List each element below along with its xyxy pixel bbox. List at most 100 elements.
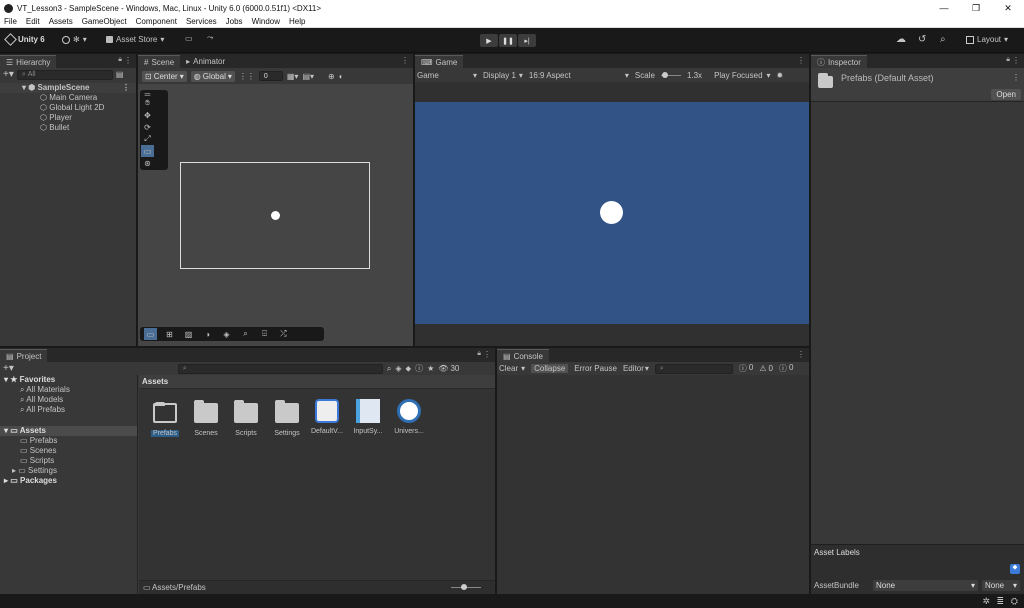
kebab-menu-icon[interactable]: ⋮ xyxy=(401,56,409,65)
warning-count-toggle[interactable]: ⚠ 0 xyxy=(759,364,773,373)
tab-hierarchy[interactable]: ☰ Hierarchy xyxy=(0,55,57,68)
debug-bug-icon[interactable]: ✲ xyxy=(982,596,990,607)
lock-icon[interactable]: 🔒︎ xyxy=(1006,56,1010,64)
cloud-button[interactable]: ☁ xyxy=(896,34,906,45)
scene-root-item[interactable]: ▾ ⬢ SampleScene ⋮ xyxy=(0,83,136,93)
search-by-type-icon[interactable]: ⌕ xyxy=(387,364,391,374)
version-control-button[interactable]: ▭ xyxy=(185,34,193,43)
menu-component[interactable]: Component xyxy=(136,17,177,26)
collab-button[interactable]: ⤳ xyxy=(207,33,213,43)
display-dropdown[interactable]: Display 1 ▾ xyxy=(483,71,523,80)
asset-store-button[interactable]: Asset Store ▾ xyxy=(106,35,164,44)
layout-dropdown[interactable]: Layout ▾ xyxy=(966,35,1008,44)
play-button[interactable]: ▶ xyxy=(480,34,498,47)
add-button[interactable]: +▾ xyxy=(3,363,14,374)
menu-gameobject[interactable]: GameObject xyxy=(82,17,127,26)
tab-animator[interactable]: ▸ Animator xyxy=(180,55,231,68)
pause-button[interactable]: ❚❚ xyxy=(499,34,517,47)
folder-prefabs[interactable]: ▭ Prefabs xyxy=(0,436,137,446)
tile-palette-icon[interactable]: ▭ xyxy=(144,328,157,340)
grid-toggle-icon[interactable]: ▦▾ xyxy=(287,72,299,81)
network-icon[interactable]: ⛭ xyxy=(1011,596,1018,607)
folder-settings[interactable]: ▸ ▭ Settings xyxy=(0,466,137,476)
lock-icon[interactable]: 🔒︎ xyxy=(477,350,481,358)
kebab-menu-icon[interactable]: ⋮ xyxy=(483,350,491,359)
menu-services[interactable]: Services xyxy=(186,17,217,26)
assetbundle-dropdown[interactable]: None ▾ xyxy=(873,580,978,591)
step-button[interactable]: ▸| xyxy=(518,34,536,47)
search-button[interactable]: ⌕ xyxy=(940,34,946,45)
maximize-button[interactable]: ❐ xyxy=(960,0,992,16)
game-viewport[interactable] xyxy=(415,102,809,324)
tab-console[interactable]: ▤ Console xyxy=(497,349,549,362)
play-mode-dropdown[interactable]: Play Focused ▾ xyxy=(714,71,770,80)
icon-size-slider[interactable] xyxy=(451,584,481,590)
account-dropdown[interactable]: ✻ ▾ xyxy=(62,35,87,44)
unity-account-button[interactable]: Unity 6 xyxy=(4,33,45,46)
tag-icon[interactable]: ⬥ xyxy=(406,364,412,374)
menu-help[interactable]: Help xyxy=(289,17,305,26)
project-search-input[interactable]: ⌕ xyxy=(177,363,383,374)
asset-folder-settings[interactable]: Settings xyxy=(267,400,307,437)
menu-assets[interactable]: Assets xyxy=(49,17,73,26)
add-button[interactable]: +▾ xyxy=(3,69,14,80)
editor-dropdown[interactable]: Editor ▾ xyxy=(623,364,649,373)
icon-size-slider-thumb[interactable] xyxy=(461,584,467,590)
filter-icon[interactable]: ▤ xyxy=(116,70,124,79)
tab-game[interactable]: ⌨ Game xyxy=(415,55,464,68)
sprite-editor-icon[interactable]: ⊞ xyxy=(163,328,176,340)
visibility-icon[interactable]: 👁︎ 30 xyxy=(438,364,459,373)
minimize-button[interactable]: — xyxy=(928,0,960,16)
kebab-menu-icon[interactable]: ⋮ xyxy=(124,56,132,65)
folder-scripts[interactable]: ▭ Scripts xyxy=(0,456,137,466)
search-by-label-icon[interactable]: ◈ xyxy=(395,364,401,373)
asset-input-system[interactable]: InputSy... xyxy=(348,399,388,435)
assetbundle-variant-dropdown[interactable]: None ▾ xyxy=(982,580,1020,591)
bullet-sprite[interactable] xyxy=(271,211,280,220)
kebab-menu-icon[interactable]: ⋮ xyxy=(1012,56,1020,65)
grid-size-input[interactable]: 0 xyxy=(258,71,283,81)
packages-item[interactable]: ▸ ▭ Packages xyxy=(0,476,137,486)
grid-snap-icon[interactable]: ⋮⋮ xyxy=(239,72,255,81)
asset-folder-scripts[interactable]: Scripts xyxy=(226,400,266,437)
asset-folder-scenes[interactable]: Scenes xyxy=(186,400,226,437)
open-button[interactable]: Open xyxy=(991,89,1021,100)
history-button[interactable]: ↺ xyxy=(918,34,926,45)
hierarchy-item-global-light[interactable]: ⬡ Global Light 2D xyxy=(0,103,136,113)
info-icon[interactable]: ⓘ xyxy=(415,363,423,374)
gizmo-2d-icon[interactable]: ⊕ xyxy=(328,72,335,81)
tab-scene[interactable]: # Scene xyxy=(138,55,181,68)
hierarchy-item-main-camera[interactable]: ⬡ Main Camera xyxy=(0,93,136,103)
picker-icon[interactable]: ◑ xyxy=(201,328,214,340)
layers-icon[interactable]: ◈ xyxy=(220,328,233,340)
kebab-menu-icon[interactable]: ⋮ xyxy=(797,56,805,65)
game-mode-dropdown[interactable]: Game ▾ xyxy=(417,71,477,80)
kebab-menu-icon[interactable]: ⋮ xyxy=(122,83,130,93)
camera-icon[interactable]: ⌹ xyxy=(258,328,271,340)
console-search-input[interactable]: ⌕ xyxy=(654,363,733,374)
favorites-item[interactable]: ▾ ★ Favorites xyxy=(0,375,137,385)
aspect-dropdown[interactable]: 16:9 Aspect ▾ xyxy=(529,71,629,80)
shuffle-icon[interactable]: ⤮ xyxy=(277,328,290,340)
hierarchy-item-player[interactable]: ⬡ Player xyxy=(0,113,136,123)
folder-scenes[interactable]: ▭ Scenes xyxy=(0,446,137,456)
space-dropdown[interactable]: ◍ Global ▾ xyxy=(190,70,235,82)
gizmos-sun-icon[interactable]: ✹ xyxy=(777,71,784,80)
transform-tool-icon[interactable]: ⊛ xyxy=(141,157,154,169)
assets-root-item[interactable]: ▾ ▭ Assets xyxy=(0,426,137,436)
error-count-toggle[interactable]: ⓘ 0 xyxy=(779,363,793,374)
collapse-toggle[interactable]: Collapse xyxy=(531,364,569,373)
breadcrumb-assets[interactable]: Assets xyxy=(142,377,168,386)
asset-universal-rp[interactable]: Univers... xyxy=(389,399,429,435)
asset-folder-prefabs[interactable]: Prefabs xyxy=(145,401,185,437)
label-tag-icon[interactable]: ⬥ xyxy=(1010,564,1020,574)
close-button[interactable]: ✕ xyxy=(992,0,1024,16)
zoom-icon[interactable]: ⌕ xyxy=(239,328,252,340)
hierarchy-item-bullet[interactable]: ⬡ Bullet xyxy=(0,123,136,133)
scale-slider[interactable] xyxy=(660,71,681,78)
menu-edit[interactable]: Edit xyxy=(26,17,40,26)
menu-file[interactable]: File xyxy=(4,17,17,26)
brush-icon[interactable]: ▨ xyxy=(182,328,195,340)
menu-jobs[interactable]: Jobs xyxy=(226,17,243,26)
move-tool-icon[interactable]: ✥ xyxy=(141,109,154,121)
